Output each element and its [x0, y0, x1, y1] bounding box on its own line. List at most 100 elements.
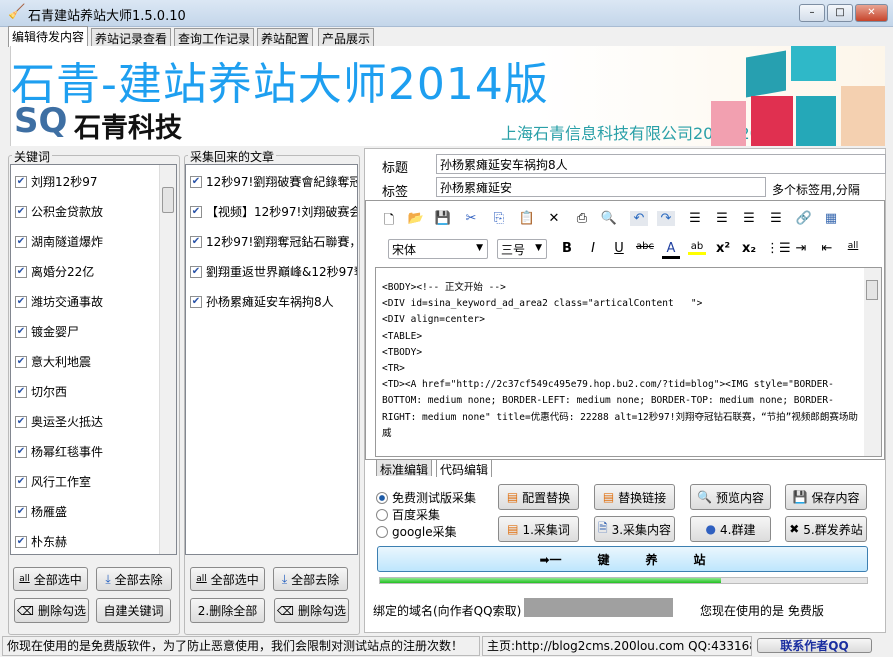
checkbox[interactable]: ✔ — [190, 205, 202, 218]
kw-remove-all-button[interactable]: ⤓ 全部去除 — [96, 567, 172, 591]
custom-keyword-button[interactable]: 自建关键词 — [96, 598, 171, 623]
list-item[interactable]: ✔ 离婚分22亿 — [15, 263, 94, 280]
save-icon[interactable]: 💾 — [434, 211, 452, 226]
preview-icon[interactable]: 🔍 — [600, 211, 618, 226]
align-right-icon[interactable]: ☰ — [767, 211, 785, 226]
art-delete-checked-button[interactable]: ⌫ 删除勾选 — [274, 598, 349, 623]
undo-icon[interactable]: ↶ — [630, 211, 648, 226]
list-item[interactable]: ✔ 潍坊交通事故 — [15, 293, 103, 310]
list-item[interactable]: ✔ 12秒97!劉翔奪冠鉆石聯賽，“ — [190, 233, 357, 250]
align-center-icon[interactable]: ☰ — [740, 211, 758, 226]
font-select[interactable]: 宋体 ▼ — [388, 239, 488, 259]
link-icon[interactable]: 🔗 — [795, 211, 813, 226]
strikethrough-icon[interactable]: abc — [636, 241, 654, 252]
list-item[interactable]: ✔ 切尔西 — [15, 383, 67, 400]
list-item[interactable]: ✔ 杨幂红毯事件 — [15, 443, 103, 460]
title-input[interactable]: 孙杨累瘫延安车祸拘8人 — [436, 154, 886, 174]
scrollbar-thumb[interactable] — [866, 280, 878, 300]
checkbox[interactable]: ✔ — [190, 175, 202, 188]
save-content-button[interactable]: 💾 保存内容 — [785, 484, 867, 510]
collect-option[interactable]: google采集 — [376, 523, 476, 540]
group-build-button[interactable]: ● 4.群建 — [690, 516, 771, 542]
one-click-button[interactable]: ➡一 键 养 站 — [377, 546, 868, 572]
list-item[interactable]: ✔ 12秒97!劉翔破賽會紀錄奪冠 — [190, 173, 357, 190]
indent-icon[interactable]: ⇥ — [792, 241, 810, 256]
checkbox[interactable]: ✔ — [190, 235, 202, 248]
kw-select-all-button[interactable]: all 全部选中 — [13, 567, 88, 591]
radio-button[interactable] — [376, 491, 388, 504]
keywords-list[interactable]: ✔ 刘翔12秒97 ✔ 公积金贷款放 ✔ 湖南隧道爆炸 ✔ 离婚分22亿 ✔ 潍坊交通事故 ✔ 镀金婴… — [10, 164, 177, 555]
tab-code-edit[interactable]: 代码编辑 — [436, 459, 493, 477]
list-item[interactable]: ✔劉翔重返世界巔峰&12秒97奪冠 — [190, 263, 357, 280]
list-item[interactable]: ✔ 意大利地震 — [15, 353, 91, 370]
checkbox[interactable]: ✔ — [15, 385, 27, 398]
size-select[interactable]: 三号 ▼ — [497, 239, 547, 259]
checkbox[interactable]: ✔ — [15, 505, 27, 518]
replace-links-button[interactable]: ▤ 替换链接 — [594, 484, 675, 510]
checkbox[interactable]: ✔ — [190, 295, 202, 308]
table-icon[interactable]: ▦ — [822, 211, 840, 226]
redo-icon[interactable]: ↷ — [657, 211, 675, 226]
collect-words-button[interactable]: ▤ 1.采集词 — [498, 516, 579, 542]
tab-products[interactable]: 产品展示 — [318, 28, 375, 46]
checkbox[interactable]: ✔ — [15, 235, 27, 248]
domain-input[interactable] — [524, 598, 673, 617]
code-editor[interactable]: <BODY><!-- 正文开始 --> <DIV id=sina_keyword_… — [375, 267, 882, 457]
list-item[interactable]: ✔ 杨雁盛 — [15, 503, 67, 520]
superscript-icon[interactable]: x² — [714, 241, 732, 256]
checkbox[interactable]: ✔ — [15, 475, 27, 488]
italic-icon[interactable]: I — [584, 241, 602, 256]
scrollbar-thumb[interactable] — [162, 187, 174, 213]
checkbox[interactable]: ✔ — [190, 265, 202, 278]
config-replace-button[interactable]: ▤ 配置替换 — [498, 484, 579, 510]
checkbox[interactable]: ✔ — [15, 535, 27, 548]
kw-delete-checked-button[interactable]: ⌫ 删除勾选 — [14, 598, 89, 623]
checkbox[interactable]: ✔ — [15, 355, 27, 368]
list-item[interactable]: ✔ 刘翔12秒97 — [15, 173, 98, 190]
list-item[interactable]: ✔ 镀金婴尸 — [15, 323, 79, 340]
preview-button[interactable]: 🔍 预览内容 — [690, 484, 771, 510]
delete-icon[interactable]: ✕ — [545, 211, 563, 226]
scrollbar[interactable] — [864, 268, 881, 456]
collect-option[interactable]: 免费测试版采集 — [376, 489, 476, 506]
justify-icon[interactable]: ☰ — [686, 211, 704, 226]
mass-post-button[interactable]: ✖ 5.群发养站 — [785, 516, 867, 542]
checkbox[interactable]: ✔ — [15, 325, 27, 338]
collect-option[interactable]: 百度采集 — [376, 506, 476, 523]
tab-records[interactable]: 养站记录查看 — [91, 28, 172, 46]
checkbox[interactable]: ✔ — [15, 205, 27, 218]
maximize-button[interactable]: □ — [827, 4, 853, 22]
new-icon[interactable]: 🗋 — [380, 211, 398, 233]
list-item[interactable]: ✔ 奥运圣火抵达 — [15, 413, 103, 430]
bold-icon[interactable]: B — [558, 241, 576, 256]
tab-edit-pending[interactable]: 编辑待发内容 — [8, 26, 89, 47]
list-item[interactable]: ✔ 朴东赫 — [15, 533, 67, 550]
ordered-list-icon[interactable]: ⋮☰ — [766, 241, 791, 256]
scrollbar[interactable] — [159, 165, 176, 554]
tags-input[interactable]: 孙杨累瘫延安 — [436, 177, 766, 197]
list-item[interactable]: ✔ 湖南隧道爆炸 — [15, 233, 103, 250]
align-left-icon[interactable]: ☰ — [713, 211, 731, 226]
print-icon[interactable]: ⎙ — [573, 211, 591, 226]
tab-config[interactable]: 养站配置 — [257, 28, 314, 46]
checkbox[interactable]: ✔ — [15, 295, 27, 308]
art-remove-all-button[interactable]: ⤓ 全部去除 — [273, 567, 348, 591]
font-color-icon[interactable]: A — [662, 241, 680, 259]
outdent-icon[interactable]: ⇤ — [818, 241, 836, 256]
checkbox[interactable]: ✔ — [15, 415, 27, 428]
list-item[interactable]: ✔ 公积金贷款放 — [15, 203, 103, 220]
subscript-icon[interactable]: x₂ — [740, 241, 758, 256]
checkbox[interactable]: ✔ — [15, 175, 27, 188]
contact-author-button[interactable]: 联系作者QQ — [757, 638, 872, 653]
checkbox[interactable]: ✔ — [15, 265, 27, 278]
open-icon[interactable]: 📂 — [407, 211, 425, 226]
delete-all-button[interactable]: 2.删除全部 — [190, 598, 265, 623]
underline-icon[interactable]: U — [610, 241, 628, 256]
radio-button[interactable] — [376, 508, 388, 521]
tab-standard-edit[interactable]: 标准编辑 — [376, 459, 433, 477]
cut-icon[interactable]: ✂ — [462, 211, 480, 226]
collect-content-button[interactable]: 🗎 3.采集内容 — [594, 516, 675, 542]
art-select-all-button[interactable]: all 全部选中 — [190, 567, 265, 591]
tab-query-log[interactable]: 查询工作记录 — [174, 28, 255, 46]
list-item[interactable]: ✔ 【视频】12秒97!刘翔破赛会记 — [190, 203, 357, 220]
